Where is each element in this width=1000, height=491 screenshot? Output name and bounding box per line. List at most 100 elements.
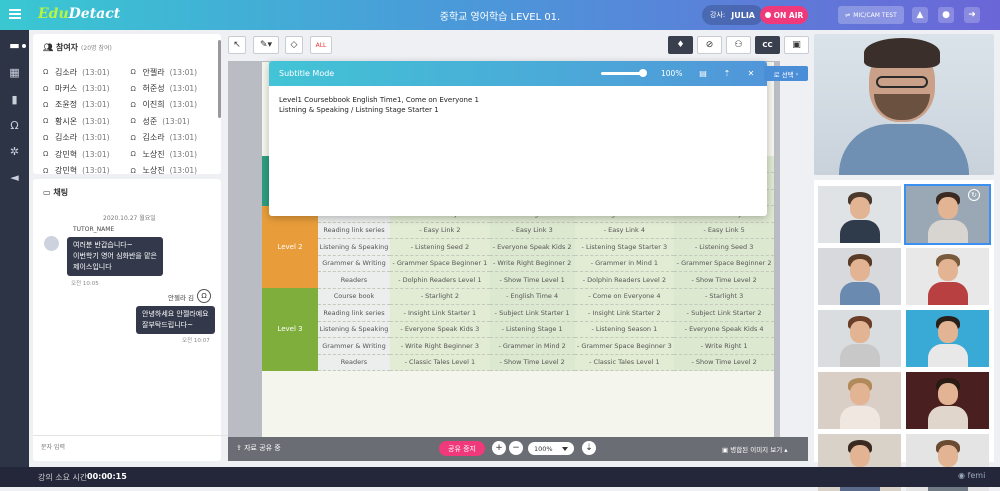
participant-item[interactable]: Ω 황시온 (13:01) bbox=[43, 116, 131, 127]
pointer-tool[interactable]: ↖ bbox=[228, 36, 246, 54]
participant-item[interactable]: Ω 강민혁 (13:01) bbox=[43, 149, 131, 160]
participant-join-time: (13:01) bbox=[82, 133, 110, 143]
participant-join-time: (13:01) bbox=[169, 84, 198, 94]
eraser-tool[interactable]: ◇ bbox=[285, 36, 303, 54]
participant-video[interactable]: ↻ bbox=[904, 184, 991, 245]
image-icon[interactable]: ▣ bbox=[784, 36, 809, 54]
elapsed-time: 00:00:15 bbox=[87, 472, 127, 481]
table-cell: - Listening Seed 3 bbox=[674, 238, 774, 256]
participant-row: Ω 조윤정 (13:01) Ω 이진희 (13:01) bbox=[43, 97, 218, 113]
participant-name: 마커스 bbox=[55, 84, 78, 94]
person-face bbox=[850, 321, 870, 343]
pin-icon[interactable]: ⇡ bbox=[721, 67, 733, 79]
category-cell: Listening & Speaking bbox=[318, 321, 390, 338]
pen-tool[interactable]: ✎▾ bbox=[253, 36, 279, 54]
share-stop-button[interactable]: 공유 중지 bbox=[439, 441, 485, 456]
participant-item[interactable]: Ω 김소라 (13:01) bbox=[43, 67, 131, 78]
table-cell: - Subject Link Starter 1 bbox=[489, 304, 575, 322]
participant-item[interactable]: Ω 성준 (13:01) bbox=[131, 116, 219, 127]
table-row: Reading link series - Insight Link Starte… bbox=[262, 304, 774, 322]
category-cell: Course book bbox=[318, 288, 390, 305]
calendar-icon[interactable]: ▦ bbox=[7, 65, 22, 80]
participant-item[interactable]: Ω 강민혁 (13:01) bbox=[43, 165, 131, 176]
image-icon: ▣ bbox=[722, 446, 731, 454]
chat-input[interactable] bbox=[41, 441, 201, 453]
opacity-slider[interactable] bbox=[601, 69, 647, 77]
participant-join-time: (13:01) bbox=[82, 166, 110, 176]
participant-video[interactable] bbox=[818, 186, 901, 243]
close-icon[interactable]: ✕ bbox=[745, 67, 757, 79]
participant-item[interactable]: Ω 김소라 (13:01) bbox=[131, 132, 219, 143]
camera-off-icon[interactable]: ⊘ bbox=[697, 36, 722, 54]
subtitle-text: Level1 Coursebbook English Time1, Come o… bbox=[279, 96, 479, 114]
level-cell: Level 2 bbox=[262, 205, 318, 288]
participant-name: 황시온 bbox=[55, 116, 78, 126]
participant-item[interactable]: Ω 노상진 (13:01) bbox=[131, 165, 219, 176]
save-icon[interactable]: ▤ bbox=[697, 67, 709, 79]
gear-icon[interactable]: ✲ bbox=[7, 144, 22, 159]
shirt bbox=[839, 124, 969, 175]
zoom-in-button[interactable]: + bbox=[492, 441, 506, 455]
table-cell: - Come on Everyone 4 bbox=[574, 288, 675, 305]
participant-item[interactable]: Ω 안젤라 (13:01) bbox=[131, 67, 219, 78]
participant-name: 성준 bbox=[142, 116, 158, 126]
reply-message: 안녕하세요 안젤라예요 잘부탁드립니다~ bbox=[136, 306, 215, 334]
megaphone-icon[interactable]: ◄ bbox=[7, 170, 22, 185]
group-icon[interactable]: ⚇ bbox=[726, 36, 751, 54]
headset-icon[interactable]: Ω bbox=[7, 118, 22, 133]
folder-icon[interactable]: ▬ bbox=[7, 38, 26, 53]
top-bar: EduDetact 중학교 영어학습 LEVEL 01. 강사: JULIA ON… bbox=[0, 0, 1000, 30]
level-cell: Level 3 bbox=[262, 288, 318, 371]
person-face bbox=[850, 197, 870, 219]
user-icon[interactable]: ● bbox=[938, 7, 954, 23]
participant-video[interactable] bbox=[906, 372, 989, 429]
chat-date: 2020.10.27 월요일 bbox=[103, 215, 156, 222]
table-cell: - Grammer in Mind 1 bbox=[574, 255, 675, 272]
all-clear-tool[interactable]: ALL bbox=[310, 36, 332, 54]
message-time: 오전 10:05 bbox=[71, 281, 99, 287]
person-body bbox=[840, 220, 880, 243]
on-air-button[interactable]: ON AIR bbox=[760, 6, 808, 24]
table-cell: - Show Time Level 2 bbox=[674, 271, 774, 289]
mic-cam-test-button[interactable]: ⇌ MIC/CAM TEST bbox=[838, 6, 904, 24]
select-button[interactable]: 로 선택 › bbox=[764, 66, 808, 81]
participant-item[interactable]: Ω 마커스 (13:01) bbox=[43, 83, 131, 94]
participant-row: Ω 강민혁 (13:01) Ω 노상진 (13:01) bbox=[43, 162, 218, 178]
rotate-icon[interactable]: ↻ bbox=[968, 189, 980, 201]
chart-icon[interactable]: ▮ bbox=[7, 92, 22, 107]
participants-panel: 👥︎ 참여자 (20명 참여) Ω 김소라 (13:01) Ω 안젤라 (13:01) Ω 마커… bbox=[33, 34, 221, 175]
merged-image-view[interactable]: ▣ 병합된 이미지 보기 ▴ bbox=[722, 444, 788, 454]
participant-item[interactable]: Ω 허준성 (13:01) bbox=[131, 83, 219, 94]
table-cell: - Grammer Space Beginner 1 bbox=[390, 255, 490, 272]
cc-button[interactable]: CC bbox=[755, 36, 780, 54]
download-button[interactable]: ⇣ bbox=[582, 441, 596, 455]
participant-video[interactable] bbox=[906, 310, 989, 367]
table-row: Grammer & Writing - Grammer Space Beginne… bbox=[262, 255, 774, 272]
zoom-select[interactable]: 100% bbox=[528, 442, 574, 455]
menu-icon[interactable] bbox=[9, 9, 21, 19]
headset-icon: Ω bbox=[43, 68, 49, 77]
table-row: Listening & Speaking - Listening Seed 2- … bbox=[262, 238, 774, 256]
participant-video[interactable] bbox=[818, 310, 901, 367]
participant-name: 강민혁 bbox=[55, 149, 78, 159]
table-cell: - Write Right Beginner 3 bbox=[390, 337, 490, 355]
participant-join-time: (13:01) bbox=[169, 166, 198, 176]
participant-item[interactable]: Ω 조윤정 (13:01) bbox=[43, 99, 131, 110]
zoom-out-button[interactable]: − bbox=[509, 441, 523, 455]
participant-item[interactable]: Ω 이진희 (13:01) bbox=[131, 99, 219, 110]
headset-icon: Ω bbox=[43, 133, 49, 142]
participant-name: 허준성 bbox=[142, 84, 165, 94]
bell-icon[interactable]: ▲ bbox=[912, 7, 928, 23]
exit-icon[interactable]: ➜ bbox=[964, 7, 980, 23]
participant-item[interactable]: Ω 김소라 (13:01) bbox=[43, 132, 131, 143]
table-cell: - Classic Tales Level 1 bbox=[390, 354, 490, 371]
participants-scrollbar[interactable] bbox=[218, 40, 221, 118]
participant-video[interactable] bbox=[906, 248, 989, 305]
participant-video[interactable] bbox=[818, 372, 901, 429]
mic-icon[interactable]: ♦ bbox=[668, 36, 693, 54]
participant-item[interactable]: Ω 노상진 (13:01) bbox=[131, 149, 219, 160]
headset-icon: Ω bbox=[130, 100, 136, 109]
participant-join-time: (13:01) bbox=[82, 84, 110, 94]
participant-name: 김소라 bbox=[55, 133, 78, 143]
participant-video[interactable] bbox=[818, 248, 901, 305]
